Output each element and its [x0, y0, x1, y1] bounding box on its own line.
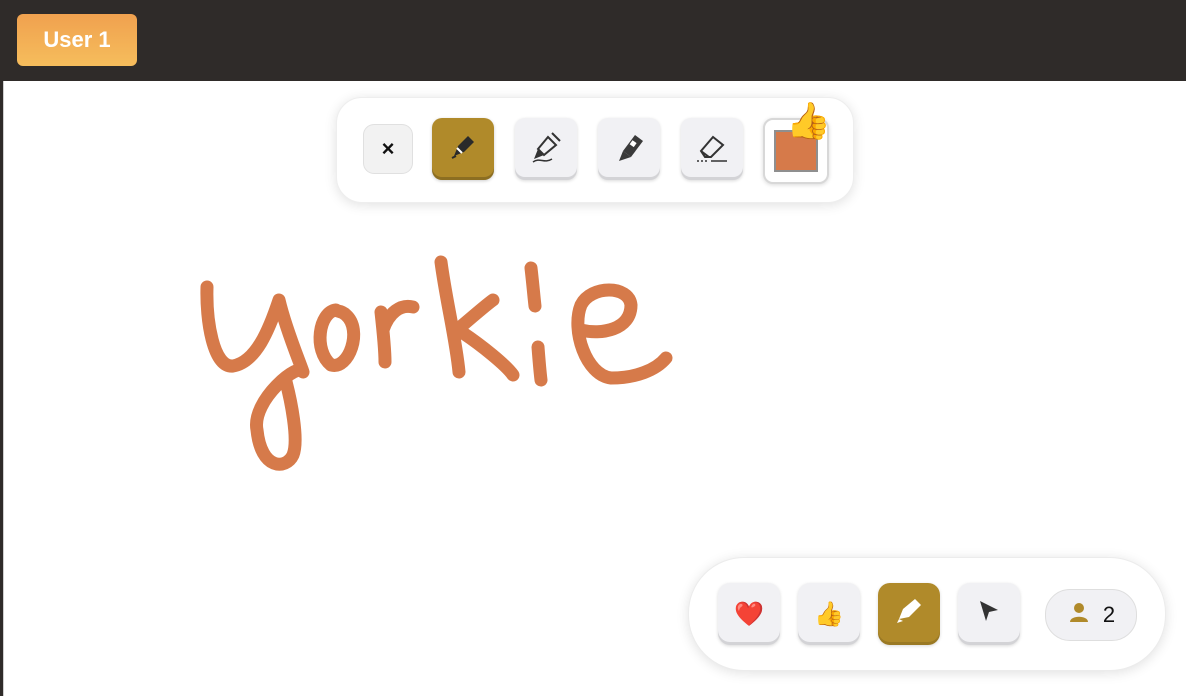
close-button[interactable]: × — [364, 125, 412, 173]
users-count: 2 — [1102, 602, 1116, 627]
pencil-icon — [893, 595, 925, 634]
thumbs-up-reaction: 👍 — [786, 100, 831, 141]
pen-tool-button[interactable] — [432, 118, 494, 180]
fountain-pen-icon — [528, 129, 564, 170]
user-icon — [1067, 600, 1091, 630]
pen-icon — [448, 132, 478, 167]
thumbs-up-icon: 👍 — [814, 600, 844, 628]
fountain-pen-tool-button[interactable] — [515, 118, 577, 180]
heart-reaction-button[interactable]: ❤️ — [718, 583, 780, 645]
heart-icon: ❤️ — [734, 600, 764, 628]
thumbs-up-reaction-button[interactable]: 👍 — [798, 583, 860, 645]
stroke-y — [200, 280, 310, 471]
stroke-e — [571, 283, 673, 385]
eraser-tool-button[interactable] — [681, 118, 743, 180]
users-count-pill[interactable]: 2 — [1045, 589, 1137, 641]
stroke-r — [374, 299, 420, 369]
user-badge[interactable]: User 1 — [17, 14, 137, 66]
eraser-icon — [693, 129, 731, 170]
stroke-i-dot — [524, 261, 542, 313]
draw-mode-button[interactable] — [878, 583, 940, 645]
drawing-toolbar: × — [336, 97, 854, 203]
highlighter-icon — [611, 129, 647, 170]
stroke-o — [313, 303, 361, 372]
highlighter-tool-button[interactable] — [598, 118, 660, 180]
stroke-k — [434, 255, 520, 382]
cursor-arrow-icon — [976, 598, 1002, 631]
pointer-mode-button[interactable] — [958, 583, 1020, 645]
reaction-bar: ❤️ 👍 2 — [688, 557, 1166, 671]
top-bar: User 1 — [0, 0, 1186, 80]
stroke-i-stem — [531, 340, 548, 387]
